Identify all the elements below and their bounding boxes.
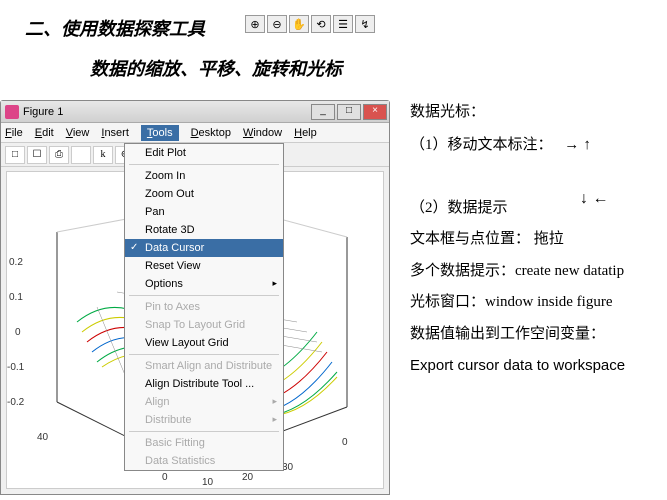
menu-edit-plot[interactable]: Edit Plot — [125, 144, 283, 162]
arrows-right-up: → ↑ — [564, 132, 591, 158]
side-line-4: 多个数据提示：create new datatip — [410, 259, 655, 285]
menu-view-grid[interactable]: View Layout Grid — [125, 334, 283, 352]
open-button[interactable]: ☐ — [27, 146, 47, 164]
menu-view[interactable]: View — [66, 127, 90, 139]
z-tick: -0.1 — [7, 362, 24, 373]
x-tick: 10 — [202, 477, 213, 488]
side-text: 数据光标： （1）移动文本标注： → ↑ （2）数据提示 文本框与点位置： 拖拉… — [410, 100, 655, 385]
side-line-3: 文本框与点位置： 拖拉 — [410, 227, 655, 253]
title-icons: ⊕ ⊖ ✋ ⟲ ☰ ↯ — [245, 15, 375, 33]
menu-snap-grid[interactable]: Snap To Layout Grid — [125, 316, 283, 334]
side-heading: 数据光标： — [410, 100, 655, 126]
menu-options[interactable]: Options — [125, 275, 283, 293]
arrows-down-left: ↓ ← — [580, 190, 608, 208]
x-tick: 0 — [342, 437, 348, 448]
menu-pin-to-axes[interactable]: Pin to Axes — [125, 298, 283, 316]
zoom-in-icon: ⊕ — [245, 15, 265, 33]
z-tick: -0.2 — [7, 397, 24, 408]
side-line-2: （2）数据提示 — [410, 196, 655, 222]
menu-insert[interactable]: Insert — [101, 127, 129, 139]
pan-icon: ✋ — [289, 15, 309, 33]
window-title: Figure 1 — [23, 106, 63, 118]
menu-data-stats[interactable]: Data Statistics — [125, 452, 283, 470]
menu-reset-view[interactable]: Reset View — [125, 257, 283, 275]
menu-tools[interactable]: Tools — [141, 125, 179, 141]
side-line-5: 光标窗口：window inside figure — [410, 290, 655, 316]
menu-pan[interactable]: Pan — [125, 203, 283, 221]
x-tick: 20 — [242, 472, 253, 483]
figure-window: Figure 1 _ □ × File Edit View Insert Too… — [0, 100, 390, 495]
rotate-icon: ⟲ — [311, 15, 331, 33]
menu-data-cursor[interactable]: Data Cursor — [125, 239, 283, 257]
sep — [129, 354, 279, 355]
titlebar[interactable]: Figure 1 _ □ × — [1, 101, 389, 123]
z-tick: 0.1 — [9, 292, 23, 303]
menu-align[interactable]: Align — [125, 393, 283, 411]
side-line-7: Export cursor data to workspace — [410, 353, 655, 379]
menu-desktop[interactable]: Desktop — [191, 127, 231, 139]
menu-smart-align[interactable]: Smart Align and Distribute — [125, 357, 283, 375]
menu-edit[interactable]: Edit — [35, 127, 54, 139]
sep — [129, 431, 279, 432]
side-line-1: （1）移动文本标注： → ↑ — [410, 132, 655, 159]
slide-title: 二、使用数据探察工具 — [25, 15, 205, 41]
z-tick: 0 — [15, 327, 21, 338]
new-button[interactable]: □ — [5, 146, 25, 164]
z-tick: 0.2 — [9, 257, 23, 268]
window-buttons: _ □ × — [311, 104, 389, 120]
divider — [71, 146, 91, 164]
menu-window[interactable]: Window — [243, 127, 282, 139]
x-tick: 40 — [37, 432, 48, 443]
sep — [129, 295, 279, 296]
sep — [129, 164, 279, 165]
side-line-6: 数据值输出到工作空间变量： — [410, 322, 655, 348]
menu-rotate-3d[interactable]: Rotate 3D — [125, 221, 283, 239]
cursor-icon: ↯ — [355, 15, 375, 33]
slide-subtitle: 数据的缩放、平移、旋转和光标 — [90, 55, 342, 81]
menu-help[interactable]: Help — [294, 127, 317, 139]
menu-icon: ☰ — [333, 15, 353, 33]
minimize-button[interactable]: _ — [311, 104, 335, 120]
menu-file[interactable]: File — [5, 127, 23, 139]
print-button[interactable]: ⎙ — [49, 146, 69, 164]
menubar: File Edit View Insert Tools Desktop Wind… — [1, 123, 389, 143]
menu-distribute[interactable]: Distribute — [125, 411, 283, 429]
menu-zoom-in[interactable]: Zoom In — [125, 167, 283, 185]
maximize-button[interactable]: □ — [337, 104, 361, 120]
matlab-icon — [5, 105, 19, 119]
close-button[interactable]: × — [363, 104, 387, 120]
pointer-button[interactable]: k — [93, 146, 113, 164]
zoom-out-icon: ⊖ — [267, 15, 287, 33]
menu-basic-fitting[interactable]: Basic Fitting — [125, 434, 283, 452]
menu-zoom-out[interactable]: Zoom Out — [125, 185, 283, 203]
tools-dropdown: Edit Plot Zoom In Zoom Out Pan Rotate 3D… — [124, 143, 284, 471]
x-tick: 0 — [162, 472, 168, 483]
menu-align-tool[interactable]: Align Distribute Tool ... — [125, 375, 283, 393]
